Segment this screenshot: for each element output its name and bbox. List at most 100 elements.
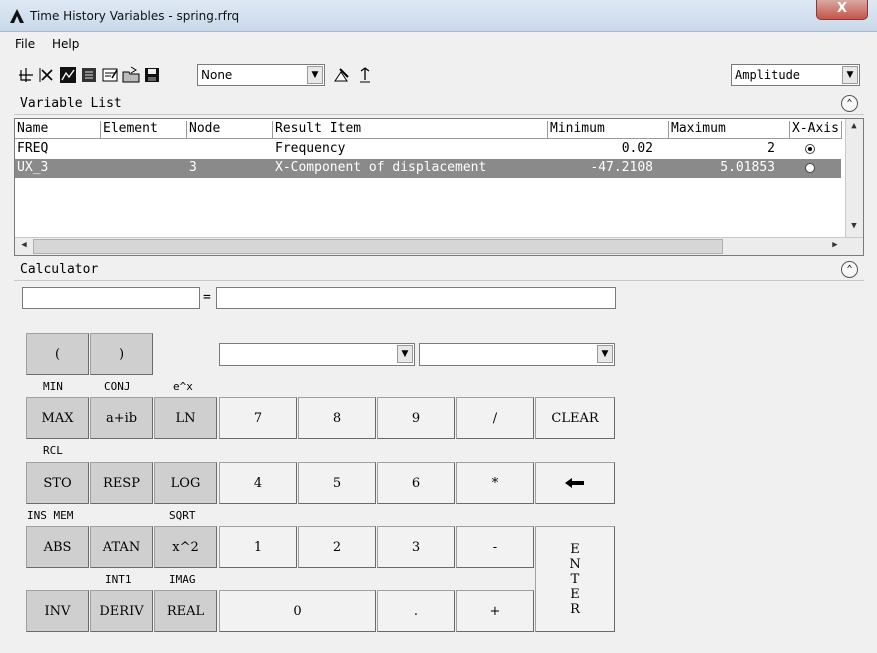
- digit-1-button[interactable]: 1: [219, 526, 297, 568]
- variable-list: Name Element Node Result Item Minimum Ma…: [14, 118, 864, 256]
- menu-help[interactable]: Help: [52, 37, 79, 51]
- delete-icon[interactable]: [38, 66, 56, 84]
- list-icon[interactable]: [80, 66, 98, 84]
- column-header[interactable]: Node: [187, 121, 273, 139]
- log-button[interactable]: LOG: [154, 462, 217, 504]
- digit-5-button[interactable]: 5: [298, 462, 376, 504]
- cell-minimum: 0.02: [621, 141, 653, 156]
- clear-icon[interactable]: [332, 66, 350, 84]
- menu-file[interactable]: File: [15, 37, 35, 51]
- function-select-1[interactable]: ▼: [219, 343, 415, 366]
- function-select-2[interactable]: ▼: [419, 343, 615, 366]
- backspace-arrow-icon: [565, 478, 584, 488]
- variable-combo[interactable]: None ▼: [197, 64, 325, 86]
- section-title: Calculator: [20, 262, 99, 277]
- cell-name: UX_3: [17, 160, 49, 175]
- add-data-icon[interactable]: [17, 66, 35, 84]
- digit-6-button[interactable]: 6: [377, 462, 455, 504]
- column-header[interactable]: Result Item: [273, 121, 548, 139]
- menu-bar: File Help: [0, 33, 877, 55]
- column-header[interactable]: Name: [15, 121, 101, 139]
- refresh-icon[interactable]: [356, 66, 374, 84]
- backspace-button[interactable]: [535, 462, 615, 504]
- chevron-down-icon[interactable]: ▼: [842, 66, 858, 84]
- section-title: Variable List: [20, 96, 122, 111]
- func-label-int1: INT1: [105, 573, 132, 586]
- digit-9-button[interactable]: 9: [377, 397, 455, 439]
- cell-result-item: X-Component of displacement: [275, 160, 487, 175]
- cell-maximum: 2: [767, 141, 775, 156]
- digit-4-button[interactable]: 4: [219, 462, 297, 504]
- real-button[interactable]: REAL: [154, 590, 217, 632]
- rparen-button[interactable]: ): [90, 333, 153, 375]
- cell-minimum: -47.2108: [590, 160, 653, 175]
- scroll-left-icon[interactable]: ◀: [16, 238, 32, 254]
- cell-node: 3: [189, 160, 197, 175]
- x-axis-radio[interactable]: [805, 144, 815, 154]
- scroll-thumb[interactable]: [33, 239, 723, 254]
- resp-button[interactable]: RESP: [90, 462, 153, 504]
- vertical-scrollbar[interactable]: ▲ ▼: [845, 119, 863, 237]
- table-row[interactable]: UX_3 3 X-Component of displacement -47.2…: [15, 159, 841, 178]
- variable-list-header: Variable List ⌃: [14, 93, 864, 115]
- column-header[interactable]: Maximum: [669, 121, 790, 139]
- inv-button[interactable]: INV: [26, 590, 89, 632]
- equals-label: =: [203, 290, 211, 305]
- chevron-down-icon[interactable]: ▼: [597, 345, 613, 363]
- func-label-rcl: RCL: [43, 444, 63, 457]
- close-button[interactable]: X: [816, 0, 868, 20]
- func-label-sqrt: SQRT: [169, 509, 196, 522]
- mode-combo-value: Amplitude: [735, 68, 801, 82]
- column-header[interactable]: Element: [101, 121, 187, 139]
- chevron-down-icon[interactable]: ▼: [307, 66, 323, 84]
- divide-button[interactable]: /: [456, 397, 534, 439]
- variable-name-input[interactable]: [22, 287, 200, 309]
- column-header[interactable]: Minimum: [548, 121, 669, 139]
- collapse-icon[interactable]: ⌃: [841, 261, 858, 278]
- max-button[interactable]: MAX: [26, 397, 89, 439]
- cell-name: FREQ: [17, 141, 49, 156]
- digit-0-button[interactable]: 0: [219, 590, 376, 632]
- func-label-min: MIN: [43, 380, 63, 393]
- title-bar: Time History Variables - spring.rfrq X: [0, 0, 877, 32]
- func-label-exp: e^x: [173, 380, 193, 393]
- decimal-button[interactable]: .: [377, 590, 455, 632]
- abs-button[interactable]: ABS: [26, 526, 89, 568]
- save-icon[interactable]: [143, 66, 161, 84]
- square-button[interactable]: x^2: [154, 526, 217, 568]
- ln-button[interactable]: LN: [154, 397, 217, 439]
- clear-button[interactable]: CLEAR: [535, 397, 615, 439]
- complex-button[interactable]: a+ib: [90, 397, 153, 439]
- scroll-right-icon[interactable]: ▶: [827, 238, 843, 254]
- properties-icon[interactable]: [101, 66, 119, 84]
- sto-button[interactable]: STO: [26, 462, 89, 504]
- table-row[interactable]: FREQ Frequency 0.02 2: [15, 140, 841, 159]
- collapse-icon[interactable]: ⌃: [841, 95, 858, 112]
- enter-letter: R: [570, 601, 580, 617]
- atan-button[interactable]: ATAN: [90, 526, 153, 568]
- cell-maximum: 5.01853: [720, 160, 775, 175]
- x-axis-radio[interactable]: [805, 163, 815, 173]
- digit-3-button[interactable]: 3: [377, 526, 455, 568]
- column-header[interactable]: X-Axis: [790, 121, 842, 139]
- lparen-button[interactable]: (: [26, 333, 89, 375]
- chevron-down-icon[interactable]: ▼: [397, 345, 413, 363]
- func-label-ins-mem: INS MEM: [27, 509, 74, 522]
- expression-input[interactable]: [216, 287, 616, 309]
- digit-7-button[interactable]: 7: [219, 397, 297, 439]
- enter-button[interactable]: ENTER: [535, 526, 615, 632]
- deriv-button[interactable]: DERIV: [90, 590, 153, 632]
- graph-icon[interactable]: [59, 66, 77, 84]
- minus-button[interactable]: -: [456, 526, 534, 568]
- scroll-down-icon[interactable]: ▼: [846, 219, 862, 235]
- digit-2-button[interactable]: 2: [298, 526, 376, 568]
- func-label-conj: CONJ: [104, 380, 131, 393]
- horizontal-scrollbar[interactable]: ◀ ▶: [15, 237, 863, 255]
- plus-button[interactable]: +: [456, 590, 534, 632]
- mode-combo[interactable]: Amplitude ▼: [731, 64, 860, 86]
- enter-letter: E: [570, 541, 580, 557]
- multiply-button[interactable]: *: [456, 462, 534, 504]
- scroll-up-icon[interactable]: ▲: [846, 119, 862, 135]
- import-icon[interactable]: [122, 66, 140, 84]
- digit-8-button[interactable]: 8: [298, 397, 376, 439]
